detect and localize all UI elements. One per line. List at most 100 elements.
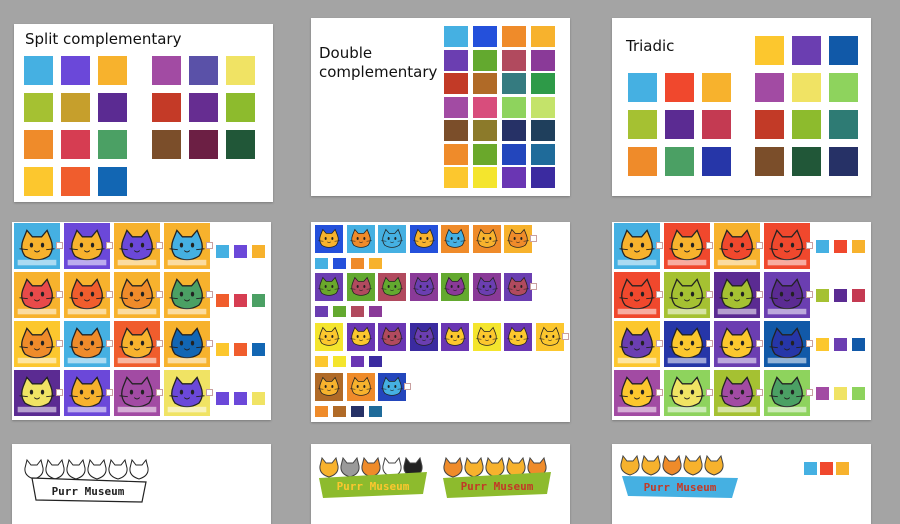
palette-swatch[interactable]	[252, 245, 265, 258]
logo-tile[interactable]	[664, 321, 710, 367]
resize-handle[interactable]	[706, 291, 713, 298]
palette-swatch[interactable]	[234, 245, 247, 258]
color-swatch[interactable]	[829, 36, 858, 65]
resize-handle[interactable]	[806, 291, 813, 298]
line-art-logo-board[interactable]: Purr Museum	[12, 444, 271, 524]
resize-handle[interactable]	[206, 340, 213, 347]
resize-handle[interactable]	[156, 340, 163, 347]
color-swatch[interactable]	[531, 143, 555, 165]
logo-tile[interactable]	[714, 223, 760, 269]
resize-handle[interactable]	[404, 383, 411, 390]
color-swatch[interactable]	[473, 26, 497, 47]
logo-tile[interactable]	[14, 272, 60, 318]
color-swatch[interactable]	[628, 110, 657, 139]
color-swatch[interactable]	[531, 120, 555, 141]
palette-swatch[interactable]	[820, 462, 833, 475]
logo-tile[interactable]	[409, 273, 438, 301]
palette-swatch[interactable]	[315, 306, 328, 317]
resize-handle[interactable]	[756, 340, 763, 347]
logo-tile[interactable]	[714, 370, 760, 416]
palette-swatch[interactable]	[216, 245, 229, 258]
logo-tile[interactable]	[764, 321, 810, 367]
resize-handle[interactable]	[561, 333, 569, 340]
palette-swatch[interactable]	[234, 294, 247, 307]
logo-tile[interactable]	[114, 321, 160, 367]
logo-tile[interactable]	[346, 323, 375, 351]
logo-tile[interactable]	[315, 373, 343, 401]
resize-handle[interactable]	[656, 340, 663, 347]
color-swatch[interactable]	[189, 56, 218, 85]
color-swatch[interactable]	[755, 110, 784, 139]
color-swatch[interactable]	[24, 167, 53, 196]
resize-handle[interactable]	[530, 235, 537, 242]
color-swatch[interactable]	[665, 147, 694, 176]
color-swatch[interactable]	[444, 167, 468, 188]
logo-tile[interactable]	[714, 272, 760, 318]
palette-swatch[interactable]	[252, 294, 265, 307]
logo-tile[interactable]	[764, 370, 810, 416]
palette-swatch[interactable]	[234, 343, 247, 356]
color-swatch[interactable]	[444, 120, 468, 141]
resize-handle[interactable]	[656, 291, 663, 298]
color-swatch[interactable]	[502, 120, 526, 141]
color-swatch[interactable]	[226, 56, 255, 85]
color-swatch[interactable]	[98, 93, 127, 122]
logo-tile[interactable]	[504, 323, 532, 351]
palette-swatch[interactable]	[351, 406, 364, 417]
palette-swatch[interactable]	[351, 258, 364, 269]
palette-swatch[interactable]	[315, 258, 328, 269]
logo-tile[interactable]	[164, 321, 210, 367]
logo-tile[interactable]	[14, 321, 60, 367]
double-logo-variations-board[interactable]	[311, 222, 570, 422]
logo-tile[interactable]	[346, 273, 375, 301]
color-swatch[interactable]	[502, 96, 526, 118]
double-complementary-board[interactable]: Double complementary	[311, 18, 570, 196]
color-swatch[interactable]	[531, 49, 555, 71]
color-swatch[interactable]	[702, 147, 731, 176]
split-logo-variations-board[interactable]	[12, 222, 271, 420]
resize-handle[interactable]	[706, 389, 713, 396]
logo-tile[interactable]	[114, 223, 160, 269]
logo-tile[interactable]	[614, 272, 660, 318]
color-swatch[interactable]	[792, 110, 821, 139]
logo-tile[interactable]	[472, 323, 501, 351]
palette-swatch[interactable]	[333, 306, 346, 317]
resize-handle[interactable]	[56, 242, 63, 249]
logo-tile[interactable]	[472, 273, 501, 301]
color-swatch[interactable]	[444, 49, 468, 71]
palette-swatch[interactable]	[369, 258, 382, 269]
color-swatch[interactable]	[502, 26, 526, 47]
logo-tile[interactable]	[614, 370, 660, 416]
color-swatch[interactable]	[61, 167, 90, 196]
resize-handle[interactable]	[706, 340, 713, 347]
color-swatch[interactable]	[152, 56, 181, 85]
palette-swatch[interactable]	[216, 343, 229, 356]
logo-tile[interactable]	[504, 273, 532, 301]
color-swatch[interactable]	[189, 130, 218, 159]
color-swatch[interactable]	[189, 93, 218, 122]
palette-swatch[interactable]	[834, 338, 847, 351]
palette-swatch[interactable]	[216, 294, 229, 307]
color-swatch[interactable]	[473, 49, 497, 71]
color-swatch[interactable]	[24, 93, 53, 122]
color-swatch[interactable]	[665, 110, 694, 139]
color-swatch[interactable]	[502, 49, 526, 71]
palette-swatch[interactable]	[816, 387, 829, 400]
color-swatch[interactable]	[502, 73, 526, 94]
color-swatch[interactable]	[98, 167, 127, 196]
color-swatch[interactable]	[665, 73, 694, 102]
palette-swatch[interactable]	[369, 356, 382, 367]
logo-tile[interactable]	[14, 370, 60, 416]
split-complementary-board[interactable]: Split complementary	[14, 24, 273, 202]
logo-tile[interactable]	[614, 321, 660, 367]
logo-tile[interactable]	[114, 370, 160, 416]
logo-tile[interactable]	[315, 273, 343, 301]
resize-handle[interactable]	[656, 389, 663, 396]
color-swatch[interactable]	[502, 143, 526, 165]
color-swatch[interactable]	[792, 147, 821, 176]
color-swatch[interactable]	[702, 110, 731, 139]
color-swatch[interactable]	[473, 120, 497, 141]
logo-tile[interactable]	[315, 323, 343, 351]
resize-handle[interactable]	[206, 389, 213, 396]
color-swatch[interactable]	[531, 96, 555, 118]
